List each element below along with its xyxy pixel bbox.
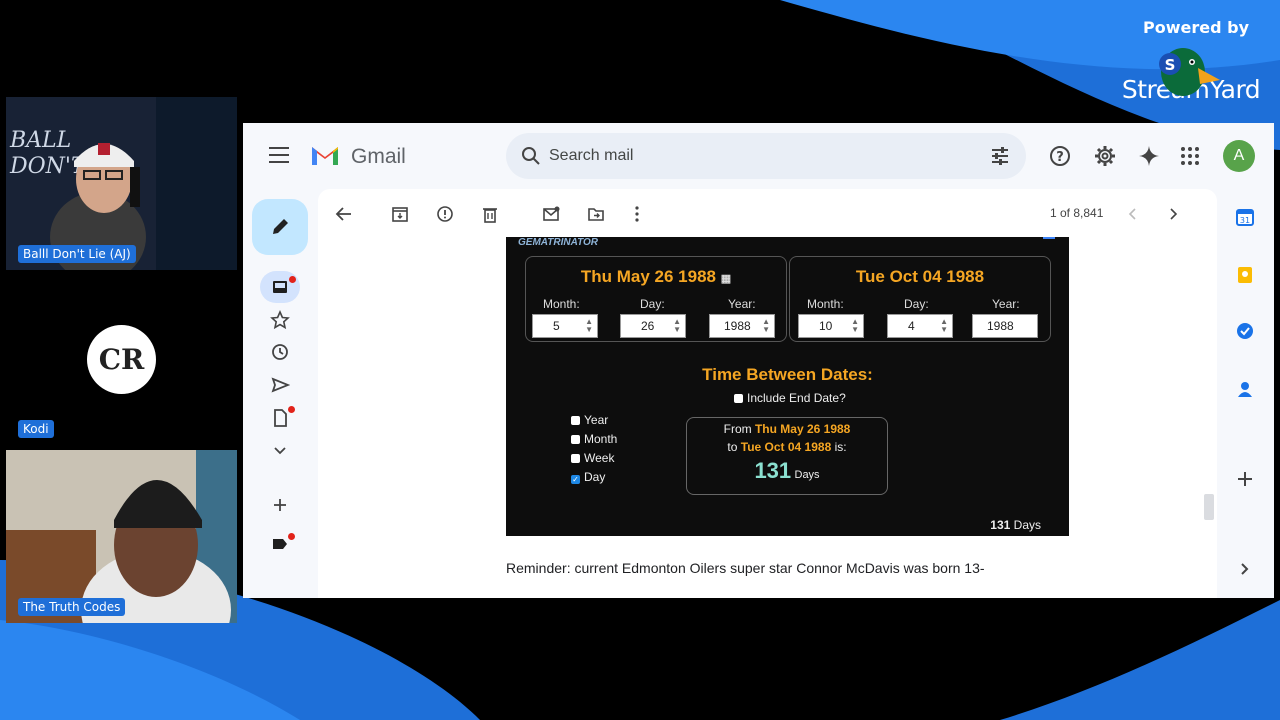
gmail-logo-icon	[312, 147, 338, 165]
main-menu-icon[interactable]	[269, 147, 289, 163]
expand-panel-chevron-right-icon[interactable]	[1235, 559, 1255, 579]
month-label: Month:	[543, 297, 580, 311]
participant-tile-kodi: CR Kodi	[6, 274, 237, 445]
unit-week-checkbox[interactable]: Week	[571, 451, 614, 465]
account-avatar[interactable]: A	[1223, 140, 1255, 172]
year-label: Year:	[728, 297, 756, 311]
participant-name: Balll Don't Lie (AJ)	[18, 245, 136, 263]
start-date-title: Thu May 26 1988 ▦	[580, 267, 732, 286]
svg-text:31: 31	[1240, 216, 1250, 225]
powered-by-label: Powered by	[1143, 18, 1249, 37]
email-body-text: Reminder: current Edmonton Oilers super …	[506, 560, 985, 576]
unit-day-checkbox[interactable]: ✓ Day	[571, 470, 605, 484]
end-date-title: Tue Oct 04 1988	[855, 267, 985, 286]
back-arrow-icon[interactable]	[335, 205, 353, 223]
more-chevron-down-icon[interactable]	[270, 440, 290, 460]
svg-text:?: ?	[1056, 150, 1064, 165]
participant-tile-aj: BALL DON'T Balll Don't Lie (AJ)	[6, 97, 237, 270]
year-label: Year:	[992, 297, 1020, 311]
start-year-field[interactable]: 1988 ▲ ▼	[709, 314, 775, 338]
archive-icon[interactable]	[391, 205, 409, 223]
streamyard-branding: Powered by S StreamYard	[1116, 18, 1266, 104]
keep-notes-icon[interactable]	[1235, 265, 1255, 285]
gmail-title: Gmail	[351, 145, 406, 168]
result-from-line: From Thu May 26 1988	[723, 422, 851, 436]
embedded-date-calculator-image: GEMATRINATOR Thu May 26 1988 ▦ Month: Da…	[506, 237, 1069, 536]
search-icon[interactable]	[520, 145, 542, 167]
svg-text:S: S	[1165, 56, 1176, 74]
unit-month-checkbox[interactable]: Month	[571, 432, 617, 446]
notification-dot	[288, 406, 295, 413]
search-options-icon[interactable]	[990, 146, 1010, 166]
end-date-box: Tue Oct 04 1988 Month: Day: Year: 10 ▲ ▼ 4…	[789, 256, 1051, 342]
brand-line	[1043, 237, 1055, 239]
add-addon-plus-icon[interactable]	[1235, 469, 1255, 489]
unit-year-checkbox[interactable]: Year	[571, 413, 608, 427]
help-icon[interactable]: ?	[1049, 145, 1071, 167]
participant-name: Kodi	[18, 420, 54, 438]
end-month-field[interactable]: 10 ▲ ▼	[798, 314, 864, 338]
move-to-folder-icon[interactable]	[587, 205, 605, 223]
start-date-box: Thu May 26 1988 ▦ Month: Day: Year: 5 ▲ ▼ …	[525, 256, 787, 342]
calendar-icon[interactable]: 31	[1235, 207, 1255, 227]
compose-button[interactable]	[252, 199, 308, 255]
snoozed-clock-icon[interactable]	[270, 342, 290, 362]
result-summary: 131 Days	[990, 518, 1041, 532]
pagination-count: 1 of 8,841	[1050, 206, 1104, 220]
scrollbar-thumb[interactable]	[1204, 494, 1214, 520]
drafts-icon[interactable]	[270, 408, 290, 428]
tasks-icon[interactable]	[1235, 321, 1255, 341]
apps-grid-icon[interactable]	[1179, 145, 1201, 167]
day-label: Day:	[904, 297, 929, 311]
contacts-icon[interactable]	[1235, 379, 1255, 399]
day-label: Day:	[640, 297, 665, 311]
gemini-sparkle-icon[interactable]	[1138, 145, 1160, 167]
notification-dot	[288, 533, 295, 540]
start-month-field[interactable]: 5 ▲ ▼	[532, 314, 598, 338]
include-end-date-checkbox[interactable]: Include End Date?	[734, 391, 846, 405]
newer-chevron-left-icon[interactable]	[1124, 205, 1142, 223]
participant-tile-truth-codes: The Truth Codes	[6, 450, 237, 623]
starred-icon[interactable]	[270, 310, 290, 330]
search-input[interactable]: Search mail	[549, 147, 633, 165]
create-label-plus-icon[interactable]	[270, 495, 290, 515]
inbox-icon	[273, 281, 287, 293]
participant-avatar: CR	[87, 325, 156, 394]
calculator-brand: GEMATRINATOR	[518, 237, 598, 248]
pencil-icon	[273, 219, 288, 234]
svg-text:BALL: BALL	[9, 128, 71, 153]
result-value: 131 Days	[754, 458, 820, 483]
older-chevron-right-icon[interactable]	[1164, 205, 1182, 223]
delete-trash-icon[interactable]	[481, 205, 499, 223]
result-to-line: to Tue Oct 04 1988 is:	[727, 440, 847, 454]
month-label: Month:	[807, 297, 844, 311]
search-bar[interactable]: Search mail	[506, 133, 1026, 179]
end-day-field[interactable]: 4 ▲ ▼	[887, 314, 953, 338]
settings-gear-icon[interactable]	[1094, 145, 1116, 167]
result-box: From Thu May 26 1988 to Tue Oct 04 1988 …	[686, 417, 888, 495]
end-year-field[interactable]: 1988	[972, 314, 1038, 338]
mark-unread-icon[interactable]	[542, 205, 560, 223]
time-between-heading: Time Between Dates:	[702, 365, 873, 384]
report-spam-icon[interactable]	[436, 205, 454, 223]
sent-icon[interactable]	[270, 375, 290, 395]
participant-name: The Truth Codes	[18, 598, 126, 616]
label-tag-icon[interactable]	[270, 534, 290, 554]
notification-dot	[289, 276, 296, 283]
gmail-window: Gmail Search mail ? A 1 of 8,841 GEMATRI…	[243, 123, 1274, 598]
start-day-field[interactable]: 26 ▲ ▼	[620, 314, 686, 338]
streamyard-duck-icon: S	[1159, 48, 1220, 96]
more-vertical-icon[interactable]	[628, 205, 646, 223]
gmail-header: Gmail Search mail ? A	[243, 123, 1274, 189]
